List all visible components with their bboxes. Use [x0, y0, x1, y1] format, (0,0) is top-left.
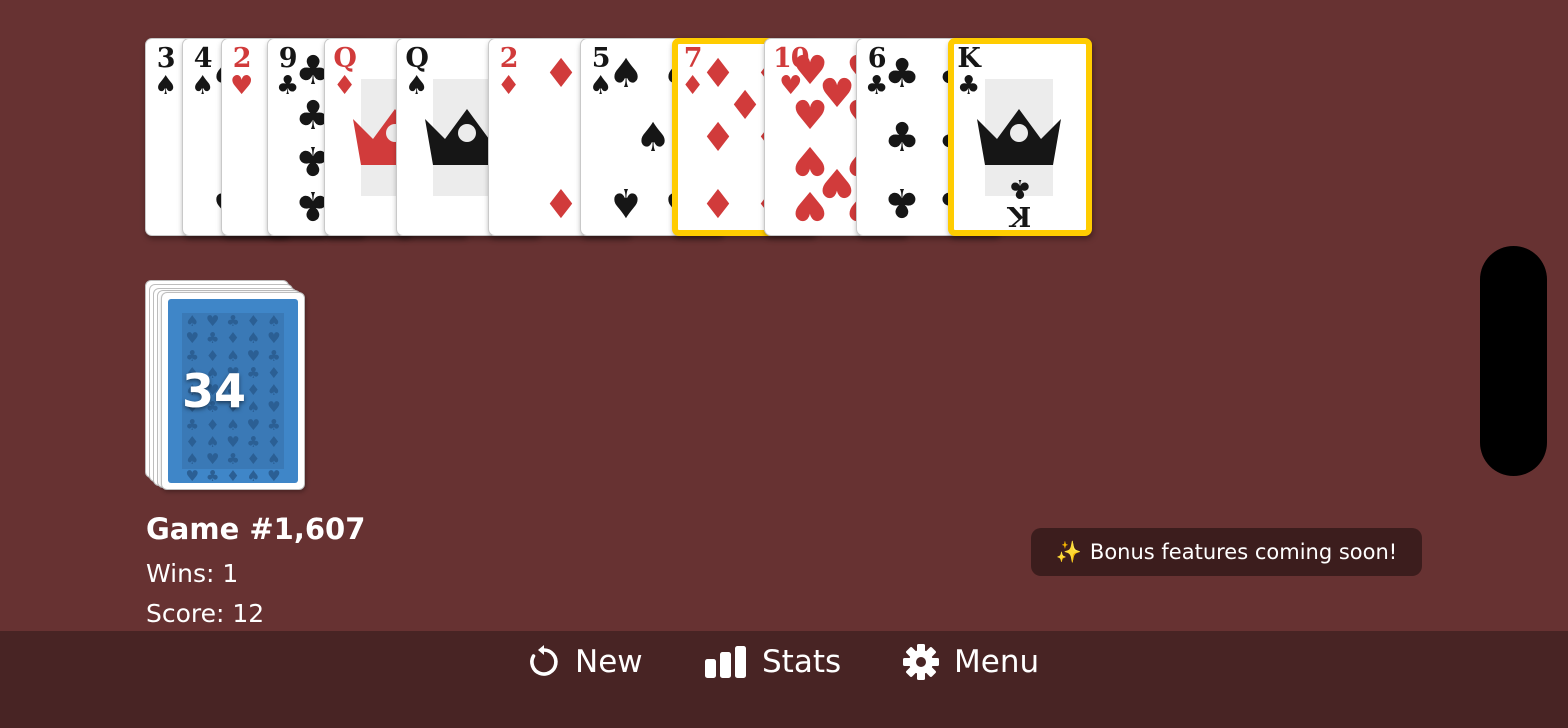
pattern-suit-icon: ♣ — [205, 329, 220, 348]
spades-pip-icon: ♠ — [608, 179, 644, 225]
pattern-suit-icon: ♠ — [267, 450, 281, 468]
pattern-suit-icon: ♥ — [185, 329, 199, 348]
pattern-suit-icon: ♦ — [246, 381, 261, 399]
pattern-suit-icon: ♠ — [246, 398, 261, 417]
menu-label: Menu — [954, 644, 1040, 680]
stock-count: 34 — [182, 364, 247, 418]
card-corner: Q ♦ — [333, 43, 357, 101]
card-rank: Q — [333, 43, 357, 74]
pattern-suit-icon: ♣ — [267, 346, 281, 365]
pattern-suit-icon: ♦ — [205, 415, 220, 434]
diamonds-icon: ♦ — [497, 71, 521, 101]
card-corner: 2 ♦ — [497, 45, 520, 99]
diamonds-pip-icon: ♦ — [700, 115, 736, 161]
score-value: Score: 12 — [146, 599, 265, 628]
scroll-handle[interactable] — [1480, 246, 1547, 476]
clubs-pip-icon: ♣ — [884, 115, 920, 161]
spades-icon: ♠ — [154, 71, 178, 101]
new-game-label: New — [575, 644, 643, 680]
pattern-suit-icon: ♠ — [205, 432, 220, 451]
pattern-suit-icon: ♥ — [226, 432, 240, 451]
card-rank: 6 — [867, 43, 887, 74]
game-table: 3♠♠♠♠4♠♠♠♠♠2♥♥♥9♣♣♣♣♣♣♣♣♣♣Q♦Q♠2♦♦♦5♠♠♠♠♠… — [0, 0, 1568, 728]
pattern-suit-icon: ♥ — [267, 329, 281, 348]
card-corner: Q ♠ — [405, 43, 429, 101]
card-rank: 2 — [232, 43, 252, 74]
pattern-suit-icon: ♣ — [226, 312, 240, 330]
hearts-icon: ♥ — [230, 71, 254, 101]
card-rank: 5 — [591, 43, 611, 74]
clubs-icon: ♣ — [1008, 173, 1032, 203]
card-corner: 2 ♥ — [230, 45, 253, 99]
game-number: Game #1,607 — [146, 512, 366, 546]
pattern-suit-icon: ♦ — [226, 329, 240, 348]
bottom-toolbar: New Stats Menu — [0, 631, 1568, 728]
pattern-suit-icon: ♥ — [185, 467, 199, 486]
toast-text: Bonus features coming soon! — [1089, 540, 1398, 564]
hearts-pip-icon: ♥ — [792, 182, 828, 228]
spades-pip-icon: ♠ — [608, 51, 644, 97]
card-corner: 3 ♠ — [154, 45, 177, 99]
spades-icon: ♠ — [405, 71, 429, 101]
card-rank: 4 — [193, 43, 213, 74]
stats-button[interactable]: Stats — [704, 631, 841, 693]
diamonds-icon: ♦ — [333, 71, 357, 101]
bonus-toast: ✨ Bonus features coming soon! — [1031, 528, 1422, 576]
card-rank: 7 — [683, 43, 703, 74]
pattern-suit-icon: ♦ — [267, 432, 281, 451]
pattern-suit-icon: ♠ — [246, 329, 261, 348]
card-rank: K — [1008, 200, 1032, 231]
pattern-suit-icon: ♣ — [185, 346, 199, 365]
clubs-pip-icon: ♣ — [884, 51, 920, 97]
pattern-suit-icon: ♣ — [226, 450, 240, 468]
pattern-suit-icon: ♠ — [226, 415, 240, 434]
pattern-suit-icon: ♦ — [246, 312, 261, 330]
clubs-pip-icon: ♣ — [884, 179, 920, 225]
pattern-suit-icon: ♠ — [246, 467, 261, 486]
card-rank: 3 — [156, 43, 176, 74]
pattern-suit-icon: ♥ — [267, 467, 281, 486]
diamonds-pip-icon: ♦ — [543, 51, 579, 97]
wins-count: Wins: 1 — [146, 559, 239, 588]
gear-icon — [903, 644, 939, 680]
pattern-suit-icon: ♠ — [226, 346, 240, 365]
stock-top-card[interactable]: ♠ ♥ ♣ ♦ ♠ ♥ ♣ ♦ ♠ ♥ ♣ ♦ ♠ ♥ ♣ ♦ ♠ ♥ ♣ ♦ ♠ ♥ ♣ ♦ ♠ ♥ ♣ ♦ ♠ ♥ ♣ ♦ ♠ ♥ ♣ ♦ ♠ ♥ ♣ ♦… — [161, 292, 305, 490]
card-rank: Q — [405, 43, 429, 74]
pattern-suit-icon: ♥ — [205, 312, 220, 330]
pattern-suit-icon: ♣ — [246, 432, 261, 451]
pattern-suit-icon: ♦ — [267, 363, 281, 382]
pattern-suit-icon: ♠ — [185, 450, 199, 468]
pattern-suit-icon: ♠ — [267, 312, 281, 330]
spades-pip-icon: ♠ — [635, 115, 671, 161]
card-corner-bottom: K ♣ — [957, 45, 1083, 231]
diamonds-pip-icon: ♦ — [543, 179, 579, 225]
pattern-suit-icon: ♣ — [205, 467, 220, 486]
stats-label: Stats — [762, 644, 842, 680]
refresh-icon — [530, 645, 558, 676]
pattern-suit-icon: ♥ — [246, 415, 261, 434]
menu-button[interactable]: Menu — [902, 631, 1039, 693]
pattern-suit-icon: ♥ — [246, 346, 261, 365]
card-k-of-clubs[interactable]: K ♣ K ♣ — [948, 38, 1092, 236]
pattern-suit-icon: ♦ — [246, 450, 261, 468]
pattern-suit-icon: ♦ — [205, 346, 220, 365]
pattern-suit-icon: ♣ — [185, 415, 199, 434]
pattern-suit-icon: ♥ — [205, 450, 220, 468]
pattern-suit-icon: ♥ — [267, 398, 281, 417]
pattern-suit-icon: ♠ — [185, 312, 199, 330]
hearts-pip-icon: ♥ — [792, 93, 828, 139]
sparkles-icon: ✨ — [1055, 539, 1082, 564]
card-rank: 2 — [499, 43, 519, 74]
diamonds-pip-icon: ♦ — [700, 179, 736, 225]
card-rank: 9 — [278, 43, 298, 74]
pattern-suit-icon: ♠ — [267, 381, 281, 399]
pattern-suit-icon: ♣ — [267, 415, 281, 434]
pattern-suit-icon: ♦ — [226, 467, 240, 486]
pattern-suit-icon: ♦ — [185, 432, 199, 451]
new-game-button[interactable]: New — [527, 631, 643, 693]
pattern-suit-icon: ♣ — [246, 363, 261, 382]
bar-chart-icon — [705, 646, 746, 678]
stock-pile[interactable]: ♠ ♥ ♣ ♦ ♠ ♥ ♣ ♦ ♠ ♥ ♣ ♦ ♠ ♥ ♣ ♦ ♠ ♥ ♣ ♦ ♠ ♥ ♣ ♦ ♠ ♥ ♣ ♦ ♠ ♥ ♣ ♦ ♠ ♥ ♣ ♦ ♠ ♥ ♣ ♦… — [145, 276, 307, 491]
